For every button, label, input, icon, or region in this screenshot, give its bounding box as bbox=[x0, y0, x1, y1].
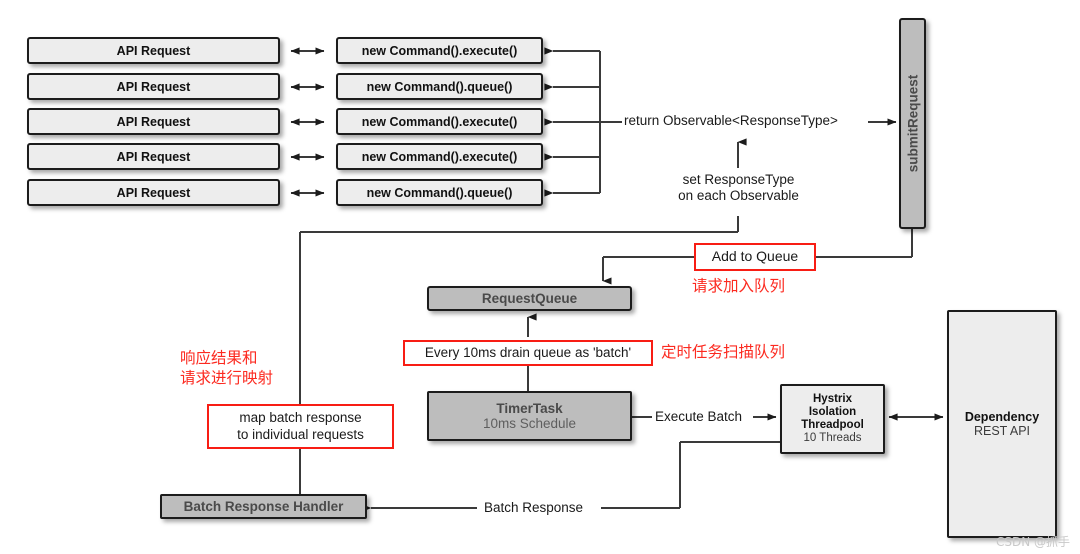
annotation-mapping-line2: 请求进行映射 bbox=[180, 368, 274, 387]
hystrix-line1: Hystrix bbox=[813, 393, 852, 406]
map-batch-response-box: map batch response to individual request… bbox=[207, 404, 394, 449]
batch-response-label: Batch Response bbox=[481, 500, 587, 517]
command-box: new Command().execute() bbox=[336, 143, 543, 170]
diagram-canvas: API Request API Request API Request API … bbox=[0, 0, 1080, 554]
api-request-box: API Request bbox=[27, 73, 280, 100]
return-observable-label: return Observable<ResponseType> bbox=[624, 113, 838, 128]
command-label: new Command().execute() bbox=[361, 114, 518, 129]
api-request-box: API Request bbox=[27, 179, 280, 206]
api-request-label: API Request bbox=[116, 79, 191, 94]
command-label: new Command().queue() bbox=[366, 79, 513, 94]
batch-response-handler-box: Batch Response Handler bbox=[160, 494, 367, 519]
dependency-subtitle: REST API bbox=[973, 424, 1031, 438]
add-to-queue-box: Add to Queue bbox=[694, 243, 816, 271]
batch-response-handler-label: Batch Response Handler bbox=[183, 498, 344, 514]
map-batch-line1: map batch response bbox=[239, 409, 362, 425]
watermark: CSDN @抓手 bbox=[995, 535, 1070, 549]
set-response-type-line2: on each Observable bbox=[678, 188, 799, 204]
annotation-mapping: 响应结果和 请求进行映射 bbox=[180, 349, 273, 389]
command-box: new Command().execute() bbox=[336, 108, 543, 135]
annotation-enqueue: 请求加入队列 bbox=[692, 277, 786, 295]
submit-request-label: submitRequest bbox=[905, 74, 921, 173]
api-request-box: API Request bbox=[27, 37, 280, 64]
api-request-box: API Request bbox=[27, 143, 280, 170]
request-queue-label: RequestQueue bbox=[481, 290, 578, 306]
command-box: new Command().execute() bbox=[336, 37, 543, 64]
timer-task-title: TimerTask bbox=[496, 400, 563, 416]
map-batch-line2: to individual requests bbox=[237, 426, 364, 442]
hystrix-line4: 10 Threads bbox=[803, 431, 862, 444]
timer-task-box: TimerTask 10ms Schedule bbox=[427, 391, 632, 441]
command-box: new Command().queue() bbox=[336, 179, 543, 206]
set-response-type-line1: set ResponseType bbox=[682, 172, 795, 187]
command-label: new Command().execute() bbox=[361, 149, 518, 164]
api-request-box: API Request bbox=[27, 108, 280, 135]
set-response-type-label: set ResponseType on each Observable bbox=[672, 172, 805, 205]
request-queue-box: RequestQueue bbox=[427, 286, 632, 311]
command-label: new Command().execute() bbox=[361, 43, 518, 58]
hystrix-line2: Isolation bbox=[808, 406, 857, 419]
dependency-title: Dependency bbox=[964, 410, 1040, 424]
timer-task-subtitle: 10ms Schedule bbox=[482, 416, 577, 431]
execute-batch-label: Execute Batch bbox=[652, 409, 746, 426]
hystrix-line3: Threadpool bbox=[801, 419, 864, 431]
command-box: new Command().queue() bbox=[336, 73, 543, 100]
drain-queue-box: Every 10ms drain queue as 'batch' bbox=[403, 340, 653, 366]
api-request-label: API Request bbox=[116, 43, 191, 58]
annotation-scheduled-scan: 定时任务扫描队列 bbox=[661, 343, 786, 361]
api-request-label: API Request bbox=[116, 185, 191, 200]
submit-request-box: submitRequest bbox=[899, 18, 926, 229]
add-to-queue-label: Add to Queue bbox=[711, 248, 799, 265]
command-label: new Command().queue() bbox=[366, 185, 513, 200]
dependency-box: Dependency REST API bbox=[947, 310, 1057, 538]
api-request-label: API Request bbox=[116, 114, 191, 129]
annotation-mapping-line1: 响应结果和 bbox=[180, 349, 258, 367]
drain-queue-label: Every 10ms drain queue as 'batch' bbox=[424, 344, 632, 360]
hystrix-threadpool-box: Hystrix Isolation Threadpool 10 Threads bbox=[780, 384, 885, 454]
api-request-label: API Request bbox=[116, 149, 191, 164]
